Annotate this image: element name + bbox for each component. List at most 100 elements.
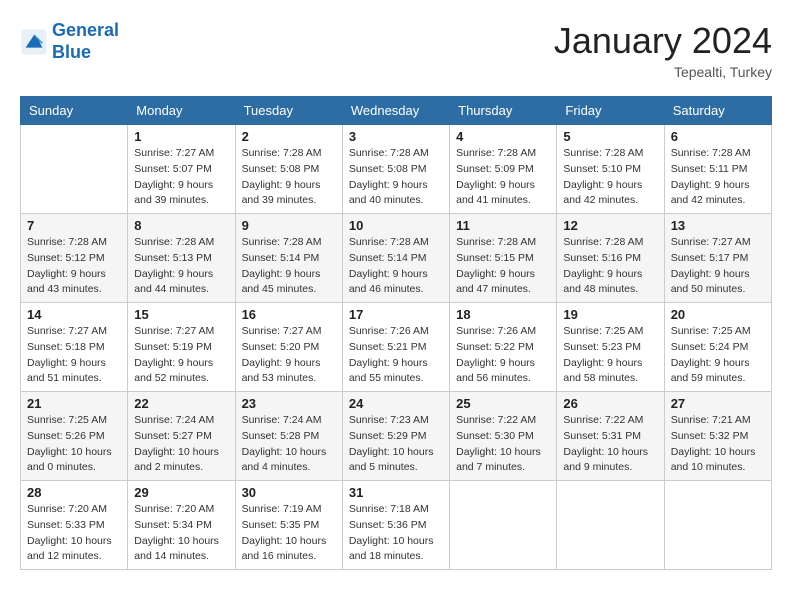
day-info: Sunrise: 7:24 AM Sunset: 5:28 PM Dayligh…: [242, 413, 336, 476]
day-number: 23: [242, 396, 336, 411]
daylight-text: Daylight: 10 hours and 18 minutes.: [349, 534, 443, 566]
day-cell: 29 Sunrise: 7:20 AM Sunset: 5:34 PM Dayl…: [128, 481, 235, 570]
day-number: 10: [349, 218, 443, 233]
day-info: Sunrise: 7:27 AM Sunset: 5:17 PM Dayligh…: [671, 235, 765, 298]
sunrise-text: Sunrise: 7:28 AM: [242, 235, 336, 251]
day-cell: 5 Sunrise: 7:28 AM Sunset: 5:10 PM Dayli…: [557, 125, 664, 214]
day-cell: [21, 125, 128, 214]
sunrise-text: Sunrise: 7:20 AM: [134, 502, 228, 518]
daylight-text: Daylight: 10 hours and 0 minutes.: [27, 445, 121, 477]
daylight-text: Daylight: 9 hours and 45 minutes.: [242, 267, 336, 299]
day-number: 29: [134, 485, 228, 500]
week-row-5: 28 Sunrise: 7:20 AM Sunset: 5:33 PM Dayl…: [21, 481, 772, 570]
header-friday: Friday: [557, 97, 664, 125]
day-cell: 9 Sunrise: 7:28 AM Sunset: 5:14 PM Dayli…: [235, 214, 342, 303]
sunrise-text: Sunrise: 7:25 AM: [27, 413, 121, 429]
day-number: 13: [671, 218, 765, 233]
day-number: 19: [563, 307, 657, 322]
day-cell: 1 Sunrise: 7:27 AM Sunset: 5:07 PM Dayli…: [128, 125, 235, 214]
sunset-text: Sunset: 5:24 PM: [671, 340, 765, 356]
sunset-text: Sunset: 5:10 PM: [563, 162, 657, 178]
day-info: Sunrise: 7:27 AM Sunset: 5:18 PM Dayligh…: [27, 324, 121, 387]
sunset-text: Sunset: 5:13 PM: [134, 251, 228, 267]
daylight-text: Daylight: 9 hours and 48 minutes.: [563, 267, 657, 299]
day-number: 26: [563, 396, 657, 411]
day-cell: 6 Sunrise: 7:28 AM Sunset: 5:11 PM Dayli…: [664, 125, 771, 214]
sunrise-text: Sunrise: 7:28 AM: [563, 235, 657, 251]
logo-icon: [20, 28, 48, 56]
sunset-text: Sunset: 5:34 PM: [134, 518, 228, 534]
day-number: 5: [563, 129, 657, 144]
header-thursday: Thursday: [450, 97, 557, 125]
sunset-text: Sunset: 5:32 PM: [671, 429, 765, 445]
logo: General Blue: [20, 20, 119, 63]
sunset-text: Sunset: 5:16 PM: [563, 251, 657, 267]
sunrise-text: Sunrise: 7:27 AM: [242, 324, 336, 340]
day-info: Sunrise: 7:25 AM Sunset: 5:23 PM Dayligh…: [563, 324, 657, 387]
daylight-text: Daylight: 9 hours and 53 minutes.: [242, 356, 336, 388]
week-row-3: 14 Sunrise: 7:27 AM Sunset: 5:18 PM Dayl…: [21, 303, 772, 392]
day-info: Sunrise: 7:27 AM Sunset: 5:07 PM Dayligh…: [134, 146, 228, 209]
day-info: Sunrise: 7:21 AM Sunset: 5:32 PM Dayligh…: [671, 413, 765, 476]
sunrise-text: Sunrise: 7:24 AM: [242, 413, 336, 429]
daylight-text: Daylight: 9 hours and 46 minutes.: [349, 267, 443, 299]
day-info: Sunrise: 7:28 AM Sunset: 5:14 PM Dayligh…: [349, 235, 443, 298]
daylight-text: Daylight: 9 hours and 43 minutes.: [27, 267, 121, 299]
sunset-text: Sunset: 5:09 PM: [456, 162, 550, 178]
calendar-table: Sunday Monday Tuesday Wednesday Thursday…: [20, 96, 772, 570]
day-cell: 25 Sunrise: 7:22 AM Sunset: 5:30 PM Dayl…: [450, 392, 557, 481]
day-cell: 7 Sunrise: 7:28 AM Sunset: 5:12 PM Dayli…: [21, 214, 128, 303]
day-cell: 31 Sunrise: 7:18 AM Sunset: 5:36 PM Dayl…: [342, 481, 449, 570]
day-cell: 19 Sunrise: 7:25 AM Sunset: 5:23 PM Dayl…: [557, 303, 664, 392]
daylight-text: Daylight: 9 hours and 39 minutes.: [242, 178, 336, 210]
day-cell: 30 Sunrise: 7:19 AM Sunset: 5:35 PM Dayl…: [235, 481, 342, 570]
day-number: 12: [563, 218, 657, 233]
day-number: 31: [349, 485, 443, 500]
sunset-text: Sunset: 5:07 PM: [134, 162, 228, 178]
day-info: Sunrise: 7:25 AM Sunset: 5:24 PM Dayligh…: [671, 324, 765, 387]
day-info: Sunrise: 7:28 AM Sunset: 5:15 PM Dayligh…: [456, 235, 550, 298]
day-cell: 10 Sunrise: 7:28 AM Sunset: 5:14 PM Dayl…: [342, 214, 449, 303]
sunrise-text: Sunrise: 7:27 AM: [134, 146, 228, 162]
week-row-2: 7 Sunrise: 7:28 AM Sunset: 5:12 PM Dayli…: [21, 214, 772, 303]
sunrise-text: Sunrise: 7:21 AM: [671, 413, 765, 429]
day-info: Sunrise: 7:24 AM Sunset: 5:27 PM Dayligh…: [134, 413, 228, 476]
daylight-text: Daylight: 10 hours and 7 minutes.: [456, 445, 550, 477]
daylight-text: Daylight: 10 hours and 14 minutes.: [134, 534, 228, 566]
daylight-text: Daylight: 9 hours and 39 minutes.: [134, 178, 228, 210]
daylight-text: Daylight: 10 hours and 5 minutes.: [349, 445, 443, 477]
day-info: Sunrise: 7:28 AM Sunset: 5:08 PM Dayligh…: [242, 146, 336, 209]
daylight-text: Daylight: 10 hours and 16 minutes.: [242, 534, 336, 566]
day-number: 3: [349, 129, 443, 144]
day-cell: 15 Sunrise: 7:27 AM Sunset: 5:19 PM Dayl…: [128, 303, 235, 392]
sunrise-text: Sunrise: 7:28 AM: [563, 146, 657, 162]
sunset-text: Sunset: 5:12 PM: [27, 251, 121, 267]
daylight-text: Daylight: 9 hours and 59 minutes.: [671, 356, 765, 388]
sunrise-text: Sunrise: 7:28 AM: [242, 146, 336, 162]
sunset-text: Sunset: 5:14 PM: [349, 251, 443, 267]
sunset-text: Sunset: 5:20 PM: [242, 340, 336, 356]
day-info: Sunrise: 7:28 AM Sunset: 5:14 PM Dayligh…: [242, 235, 336, 298]
week-row-4: 21 Sunrise: 7:25 AM Sunset: 5:26 PM Dayl…: [21, 392, 772, 481]
sunset-text: Sunset: 5:15 PM: [456, 251, 550, 267]
sunrise-text: Sunrise: 7:20 AM: [27, 502, 121, 518]
sunset-text: Sunset: 5:30 PM: [456, 429, 550, 445]
sunset-text: Sunset: 5:23 PM: [563, 340, 657, 356]
day-info: Sunrise: 7:23 AM Sunset: 5:29 PM Dayligh…: [349, 413, 443, 476]
day-number: 8: [134, 218, 228, 233]
sunrise-text: Sunrise: 7:28 AM: [456, 146, 550, 162]
sunset-text: Sunset: 5:17 PM: [671, 251, 765, 267]
sunrise-text: Sunrise: 7:28 AM: [671, 146, 765, 162]
day-info: Sunrise: 7:20 AM Sunset: 5:33 PM Dayligh…: [27, 502, 121, 565]
day-cell: 24 Sunrise: 7:23 AM Sunset: 5:29 PM Dayl…: [342, 392, 449, 481]
day-cell: 17 Sunrise: 7:26 AM Sunset: 5:21 PM Dayl…: [342, 303, 449, 392]
sunrise-text: Sunrise: 7:27 AM: [671, 235, 765, 251]
day-number: 27: [671, 396, 765, 411]
day-number: 6: [671, 129, 765, 144]
day-number: 7: [27, 218, 121, 233]
sunrise-text: Sunrise: 7:23 AM: [349, 413, 443, 429]
sunset-text: Sunset: 5:28 PM: [242, 429, 336, 445]
day-number: 4: [456, 129, 550, 144]
sunrise-text: Sunrise: 7:24 AM: [134, 413, 228, 429]
day-number: 2: [242, 129, 336, 144]
